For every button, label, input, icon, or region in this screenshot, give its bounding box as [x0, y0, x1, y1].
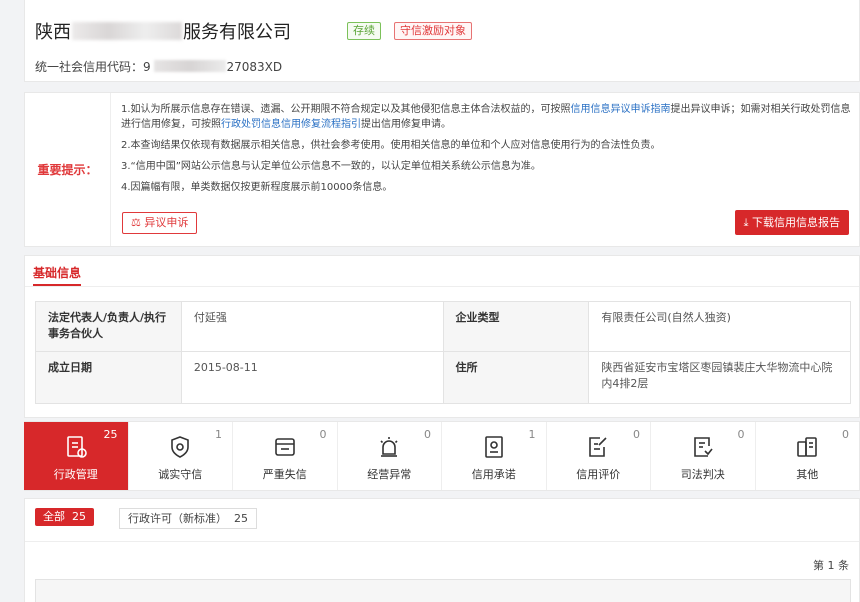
appeal-button[interactable]: ⚖ 异议申诉: [122, 212, 198, 234]
tab-count: 0: [633, 428, 640, 441]
tab-label: 其他: [796, 468, 819, 481]
section-title: 基础信息: [33, 266, 82, 280]
tab-count: 1: [528, 428, 536, 441]
section-underline: [33, 284, 81, 286]
important-notice: 重要提示： 1.如认为所展示信息存在错误、遗漏、公开期限不符合规定以及其他侵犯信…: [24, 92, 860, 247]
notice-item-1: 1.如认为所展示信息存在错误、遗漏、公开期限不符合规定以及其他侵犯信息主体合法权…: [121, 104, 851, 130]
list-divider: [25, 541, 859, 542]
section-divider: [25, 286, 859, 287]
tab-credit-evaluation[interactable]: 0 信用评价: [547, 422, 651, 490]
notice-body: 1.如认为所展示信息存在错误、遗漏、公开期限不符合规定以及其他侵犯信息主体合法权…: [121, 102, 853, 201]
tab-serious-dishonest[interactable]: 0 严重失信: [233, 422, 338, 490]
legal-rep-label: 法定代表人/负责人/执行事务合伙人: [35, 301, 182, 352]
tab-label: 严重失信: [262, 468, 307, 481]
tab-business-abnormal[interactable]: 0 经营异常: [338, 422, 442, 490]
record-count: 第 1 条: [813, 559, 849, 572]
repair-guide-link[interactable]: 行政处罚信息信用修复流程指引: [221, 119, 361, 130]
status-badge: 存续: [347, 22, 381, 40]
alarm-icon: [380, 437, 398, 457]
incentive-badge: 守信激励对象: [394, 22, 472, 40]
tab-honest[interactable]: 1 诚实守信: [129, 422, 233, 490]
company-type-label: 企业类型: [442, 301, 590, 352]
appeal-icon: ⚖: [131, 216, 141, 229]
tab-count: 0: [842, 428, 849, 441]
record-list: 全部 25 行政许可（新标准） 25 第 1 条: [24, 498, 860, 602]
tab-count: 0: [737, 428, 745, 441]
founded-date-value: 2015-08-11: [180, 351, 444, 404]
tab-count: 1: [215, 428, 222, 441]
basic-info-table: 法定代表人/负责人/执行事务合伙人 付延强 企业类型 有限责任公司(自然人独资)…: [35, 301, 851, 404]
basic-info-section: 基础信息 法定代表人/负责人/执行事务合伙人 付延强 企业类型 有限责任公司(自…: [24, 255, 860, 418]
redacted-text: [72, 22, 182, 40]
table-row: 法定代表人/负责人/执行事务合伙人 付延强 企业类型 有限责任公司(自然人独资): [35, 301, 851, 352]
tab-label: 行政管理: [53, 468, 98, 481]
tab-label: 诚实守信: [158, 468, 203, 481]
other-doc-icon: [797, 437, 818, 457]
notice-item-2: 2.本查询结果仅依现有数据展示相关信息，供社会参考使用。使用相关信息的单位和个人…: [121, 140, 661, 151]
tab-count: 0: [424, 428, 431, 441]
appeal-guide-link[interactable]: 信用信息异议申诉指南: [571, 104, 671, 115]
shield-icon: [171, 436, 190, 458]
notice-label: 重要提示：: [25, 93, 111, 246]
warning-card-icon: [274, 438, 295, 456]
notice-item-3: 3.“信用中国”网站公示信息与认定单位公示信息不一致的，以认定单位相关系统公示信…: [121, 161, 541, 172]
credit-code: 统一社会信用代码：9 27083XD: [35, 60, 283, 74]
founded-date-label: 成立日期: [35, 351, 182, 404]
tab-label: 司法判决: [680, 468, 725, 481]
notice-item-4: 4.因篇幅有限，单类数据仅按更新程度展示前10000条信息。: [121, 182, 393, 193]
category-tabs: 25 行政管理 1 诚实守信 0 严重失信 0 经营异常 1 信用承诺 0 信用…: [24, 421, 860, 491]
table-row: [35, 579, 851, 602]
judgment-icon: [693, 437, 713, 457]
tab-judicial[interactable]: 0 司法判决: [651, 422, 756, 490]
tab-other[interactable]: 0 其他: [756, 422, 860, 490]
tab-label: 经营异常: [367, 468, 412, 481]
admin-doc-icon: [66, 436, 87, 458]
company-name: 陕西 服务有限公司: [35, 22, 291, 43]
tab-count: 25: [103, 428, 118, 441]
filter-admin-license-button[interactable]: 行政许可（新标准） 25: [119, 508, 257, 529]
company-type-value: 有限责任公司(自然人独资): [588, 301, 851, 352]
address-value: 陕西省延安市宝塔区枣园镇裴庄大华物流中心院内4排2层: [588, 351, 851, 404]
download-report-button[interactable]: ⤓ 下载信用信息报告: [734, 210, 849, 235]
download-icon: ⤓: [743, 216, 749, 229]
table-row: 成立日期 2015-08-11 住所 陕西省延安市宝塔区枣园镇裴庄大华物流中心院…: [35, 351, 851, 404]
evaluation-icon: [589, 437, 607, 457]
filter-all-button[interactable]: 全部 25: [35, 508, 94, 526]
company-header: 陕西 服务有限公司 存续 守信激励对象 统一社会信用代码：9 27083XD: [24, 0, 860, 82]
legal-rep-value: 付延强: [180, 301, 444, 352]
tab-count: 0: [319, 428, 327, 441]
address-label: 住所: [442, 351, 590, 404]
tab-label: 信用承诺: [471, 468, 516, 481]
tab-label: 信用评价: [576, 468, 621, 481]
promise-doc-icon: [484, 436, 503, 458]
redacted-code: [154, 60, 227, 72]
tab-admin-management[interactable]: 25 行政管理: [24, 422, 129, 490]
tab-credit-promise[interactable]: 1 信用承诺: [442, 422, 547, 490]
